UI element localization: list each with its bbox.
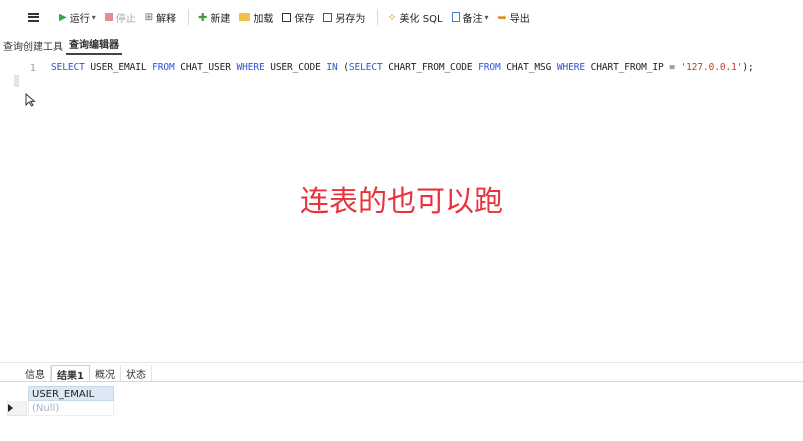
tab-query-builder[interactable]: 查询创建工具 (0, 38, 66, 55)
stop-label: 停止 (115, 13, 136, 25)
result-tabs: 信息 结果1 概况 状态 (20, 365, 152, 382)
sql-keyword: FROM (152, 62, 175, 73)
tab-query-editor[interactable]: 查询编辑器 (66, 36, 122, 55)
new-label: 新建 (210, 13, 231, 25)
export-label: 导出 (509, 13, 530, 25)
sql-keyword: SELECT (51, 62, 85, 73)
toolbar-separator (377, 9, 379, 25)
save-as-icon (323, 12, 333, 22)
stop-button[interactable]: 停止 (102, 8, 139, 26)
folder-icon (239, 13, 251, 21)
column-header-user-email[interactable]: USER_EMAIL (28, 386, 114, 401)
mouse-cursor-icon (25, 93, 36, 107)
menu-icon[interactable] (28, 12, 39, 22)
load-button[interactable]: 加载 (236, 8, 276, 26)
current-row-arrow-icon (8, 404, 13, 412)
save-as-button[interactable]: 另存为 (320, 8, 368, 26)
stop-icon (104, 13, 113, 21)
sql-keyword: WHERE (236, 62, 265, 73)
tab-overview[interactable]: 概况 (90, 365, 121, 381)
sql-text: ( (337, 62, 349, 73)
save-label: 保存 (294, 13, 315, 25)
new-button[interactable]: ✚ 新建 (195, 8, 233, 26)
sql-text: CHAT_MSG (500, 62, 557, 73)
magic-wand-icon: ✧ (387, 10, 397, 24)
chevron-down-icon[interactable]: ▾ (92, 13, 96, 22)
note-label: 备注 (462, 13, 483, 25)
sql-keyword: SELECT (348, 62, 383, 73)
toolbar-separator (188, 9, 190, 25)
editor-mode-tabs: 查询创建工具 查询编辑器 (0, 39, 122, 55)
explain-button[interactable]: ⊞ 解释 (142, 8, 179, 26)
sql-editor[interactable]: 1 SELECT USER_EMAIL FROM CHAT_USER WHERE… (0, 58, 803, 360)
note-icon (451, 12, 460, 22)
sql-keyword: FROM (478, 62, 501, 73)
save-as-label: 另存为 (335, 13, 366, 25)
sql-keyword: WHERE (556, 62, 585, 73)
sql-keyword: IN (326, 62, 338, 73)
new-query-icon: ✚ (198, 10, 208, 24)
line-number: 1 (30, 63, 36, 74)
sql-text: CHART_FROM_IP = (584, 62, 681, 73)
sql-string: '127.0.0.1' (680, 62, 743, 73)
gutter-marker (14, 75, 19, 87)
sql-text: USER_CODE (264, 62, 327, 73)
chevron-down-icon[interactable]: ▾ (485, 13, 489, 22)
load-label: 加载 (253, 13, 274, 25)
export-button[interactable]: ➥ 导出 (495, 8, 533, 26)
run-button[interactable]: ▶ 运行 ▾ (56, 8, 99, 26)
sql-text: USER_EMAIL (84, 62, 153, 73)
annotation-text: 连表的也可以跑 (300, 184, 504, 218)
sql-code-line[interactable]: SELECT USER_EMAIL FROM CHAT_USER WHERE U… (51, 62, 754, 73)
explain-label: 解释 (156, 13, 177, 25)
beautify-sql-button[interactable]: ✧ 美化 SQL (384, 8, 445, 26)
table-cell[interactable]: (Null) (28, 401, 114, 416)
save-button[interactable]: 保存 (279, 8, 317, 26)
tab-status[interactable]: 状态 (121, 365, 152, 381)
sql-text: CHART_FROM_CODE (382, 62, 479, 73)
save-icon (282, 12, 292, 22)
explain-icon: ⊞ (144, 11, 154, 23)
tab-info[interactable]: 信息 (20, 365, 51, 381)
result-tabs-border (0, 381, 803, 382)
sql-text: ); (742, 62, 754, 73)
sql-text: CHAT_USER (174, 62, 237, 73)
beautify-label: 美化 SQL (399, 13, 443, 25)
play-icon: ▶ (59, 11, 67, 23)
tab-result-1[interactable]: 结果1 (51, 365, 90, 382)
export-icon: ➥ (497, 10, 507, 24)
toolbar: ▶ 运行 ▾ 停止 ⊞ 解释 ✚ 新建 加载 保存 另存为 ✧ 美化 SQL 备… (0, 0, 803, 34)
run-label: 运行 (69, 13, 90, 25)
note-button[interactable]: 备注 ▾ (449, 8, 492, 26)
panel-divider[interactable] (0, 362, 803, 363)
